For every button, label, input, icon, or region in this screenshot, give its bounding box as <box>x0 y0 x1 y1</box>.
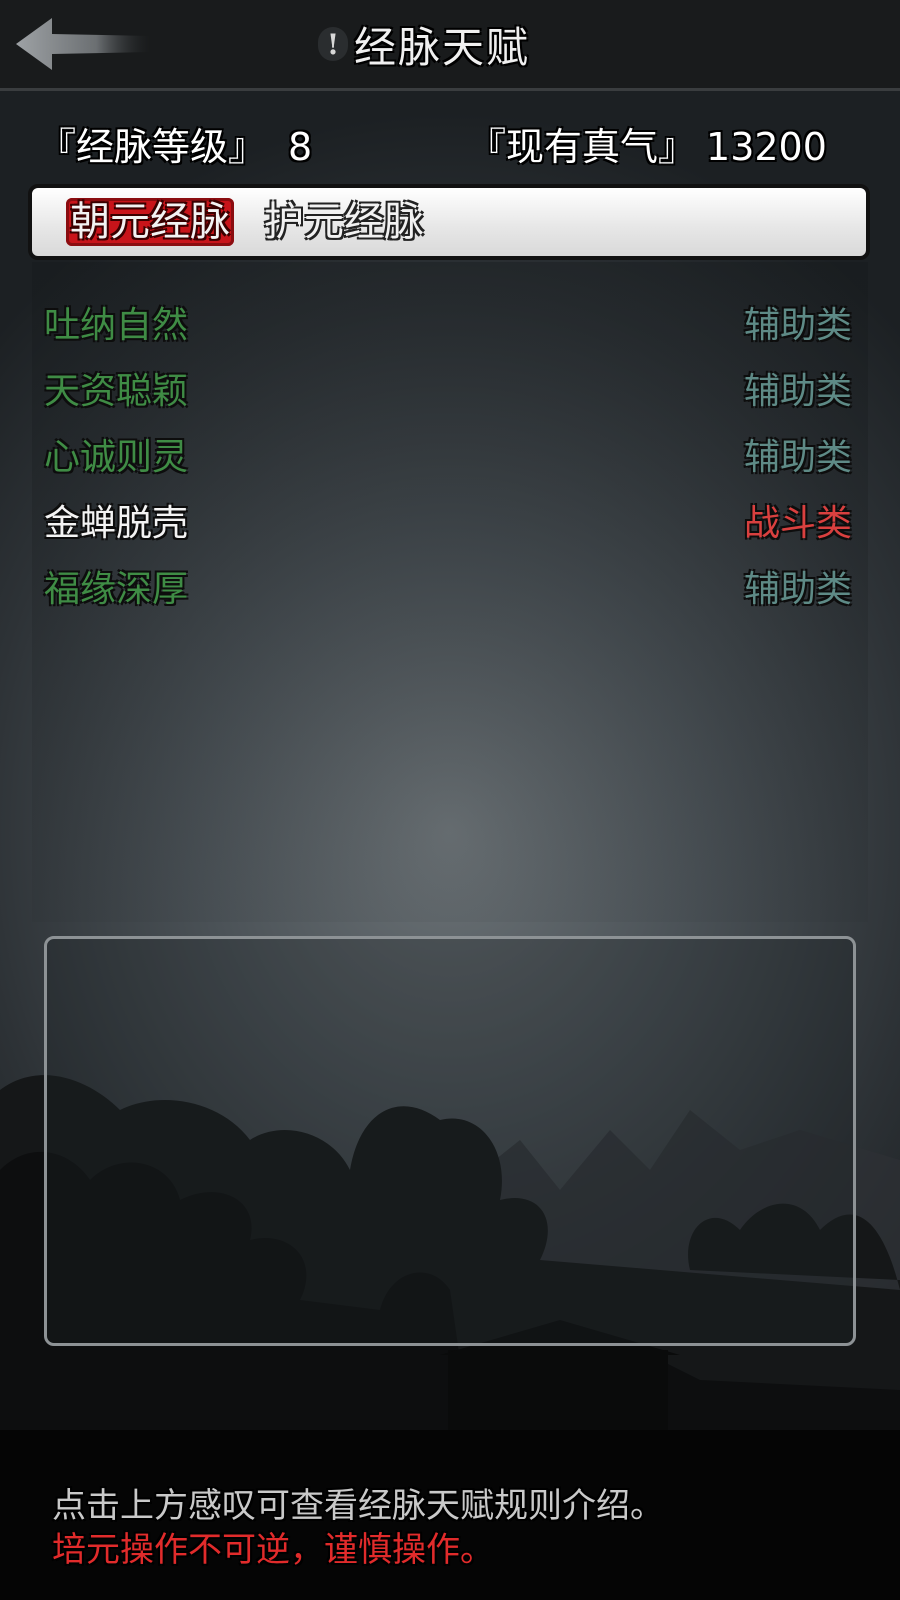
back-arrow-icon <box>16 18 150 70</box>
title-group: ! 经脉天赋 <box>318 14 530 74</box>
current-qi: 『现有真气』 13200 <box>468 116 827 171</box>
page-title: 经脉天赋 <box>354 22 531 72</box>
talent-type: 辅助类 <box>743 305 852 346</box>
talent-row[interactable]: 天资聪颖 辅助类 <box>44 356 852 412</box>
talent-name: 吐纳自然 <box>44 305 189 346</box>
talent-type: 辅助类 <box>743 437 852 478</box>
meridian-level: 『经脉等级』 8 <box>38 116 312 171</box>
talent-name: 福缘深厚 <box>44 569 189 610</box>
current-qi-value: 13200 <box>706 125 827 169</box>
talent-row[interactable]: 福缘深厚 辅助类 <box>44 554 852 610</box>
talent-name: 金蝉脱壳 <box>44 503 189 544</box>
meridian-level-label: 『经脉等级』 <box>38 125 267 169</box>
talent-detail-panel <box>44 936 856 1346</box>
talent-type: 辅助类 <box>743 569 852 610</box>
talent-name: 心诚则灵 <box>44 437 189 478</box>
talent-row[interactable]: 吐纳自然 辅助类 <box>44 290 852 346</box>
talent-row[interactable]: 心诚则灵 辅助类 <box>44 422 852 478</box>
stats-row: 『经脉等级』 8 『现有真气』 13200 <box>0 110 900 170</box>
back-button[interactable] <box>12 14 152 74</box>
exclamation-icon[interactable]: ! <box>318 27 348 61</box>
talent-name: 天资聪颖 <box>44 371 189 412</box>
top-bar: ! 经脉天赋 <box>0 0 900 91</box>
meridian-level-value: 8 <box>288 125 313 169</box>
tab-huyuan[interactable]: 护元经脉 <box>260 198 428 246</box>
tab-bar: 朝元经脉 护元经脉 <box>28 184 870 260</box>
hint-text: 点击上方感叹可查看经脉天赋规则介绍。 <box>52 1486 664 1526</box>
talent-list: 吐纳自然 辅助类 天资聪颖 辅助类 心诚则灵 辅助类 金蝉脱壳 战斗类 福缘深厚… <box>32 262 868 922</box>
footer-notes: 点击上方感叹可查看经脉天赋规则介绍。 培元操作不可逆，谨慎操作。 <box>52 1484 664 1572</box>
tab-chaoyuan[interactable]: 朝元经脉 <box>66 198 234 246</box>
talent-type: 战斗类 <box>743 503 852 544</box>
talent-row[interactable]: 金蝉脱壳 战斗类 <box>44 488 852 544</box>
talent-type: 辅助类 <box>743 371 852 412</box>
warning-text: 培元操作不可逆，谨慎操作。 <box>52 1530 494 1570</box>
current-qi-label: 『现有真气』 <box>468 125 697 169</box>
